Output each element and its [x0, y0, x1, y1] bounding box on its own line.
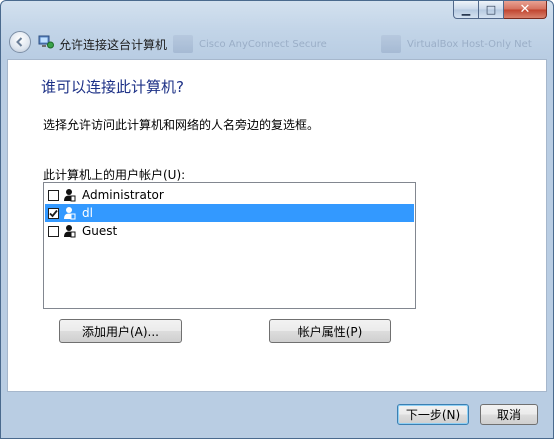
- window-title: 允许连接这台计算机: [59, 38, 168, 52]
- cancel-button[interactable]: 取消: [480, 404, 538, 425]
- close-button[interactable]: ✕: [504, 1, 547, 19]
- background-window-hint: VirtualBox Host-Only Net: [381, 33, 532, 55]
- user-accounts-list[interactable]: Administrator dl Guest: [43, 182, 416, 309]
- page-title: 谁可以连接此计算机?: [41, 78, 184, 96]
- user-accounts-label: 此计算机上的用户帐户(U):: [43, 168, 186, 182]
- user-icon: [64, 225, 76, 238]
- list-item[interactable]: Guest: [45, 222, 414, 240]
- back-button[interactable]: [9, 31, 31, 53]
- close-icon: ✕: [519, 2, 531, 17]
- wizard-window: ▁ □ ✕ 允许连接这台计算机 Cisco AnyConnect Secure …: [0, 0, 554, 439]
- navigation-bar: 允许连接这台计算机 Cisco AnyConnect Secure Virtua…: [1, 25, 553, 59]
- background-window-hint: Cisco AnyConnect Secure: [173, 33, 327, 55]
- user-checkbox[interactable]: [48, 189, 59, 201]
- maximize-button[interactable]: □: [479, 1, 504, 19]
- list-item[interactable]: dl: [45, 204, 414, 222]
- caption-buttons: ▁ □ ✕: [453, 1, 547, 19]
- user-name: dl: [82, 206, 93, 220]
- page-description: 选择允许访问此计算机和网络的人名旁边的复选框。: [43, 118, 320, 132]
- minimize-icon: ▁: [461, 3, 471, 16]
- user-name: Guest: [82, 224, 118, 238]
- user-name: Administrator: [82, 188, 164, 202]
- add-user-button[interactable]: 添加用户(A)...: [59, 319, 182, 343]
- network-computer-icon: [38, 35, 54, 49]
- content-panel: 谁可以连接此计算机? 选择允许访问此计算机和网络的人名旁边的复选框。 此计算机上…: [7, 59, 547, 392]
- background-hint-text: VirtualBox Host-Only Net: [407, 38, 532, 50]
- title-bar: ▁ □ ✕: [1, 1, 553, 25]
- list-item[interactable]: Administrator: [45, 186, 414, 204]
- minimize-button[interactable]: ▁: [453, 1, 479, 19]
- background-hint-text: Cisco AnyConnect Secure: [199, 38, 327, 50]
- user-checkbox[interactable]: [48, 225, 59, 237]
- user-icon: [64, 189, 76, 202]
- account-properties-button[interactable]: 帐户属性(P): [269, 319, 391, 343]
- maximize-icon: □: [485, 3, 497, 16]
- checkmark-icon: [49, 209, 58, 217]
- back-arrow-icon: [16, 37, 23, 47]
- user-icon: [64, 207, 76, 220]
- next-button[interactable]: 下一步(N): [397, 404, 469, 425]
- user-checkbox[interactable]: [48, 207, 59, 219]
